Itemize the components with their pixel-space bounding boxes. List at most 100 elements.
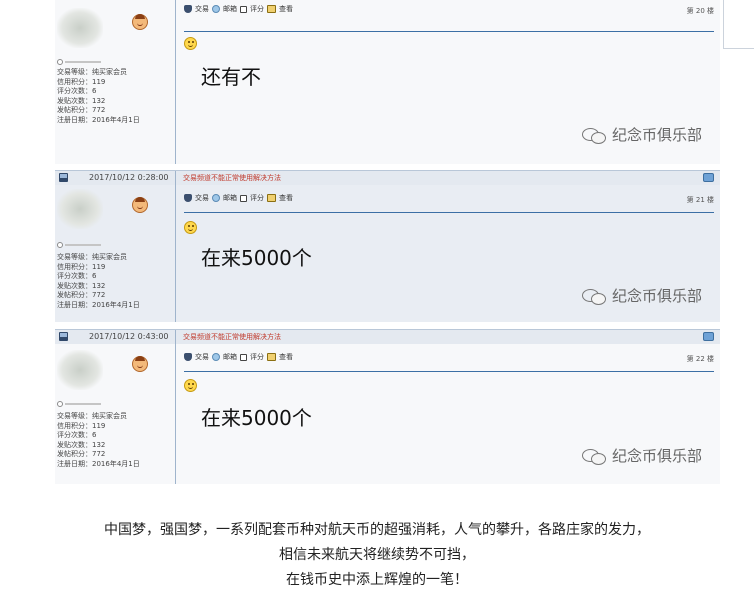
watermark: 纪念币俱乐部	[581, 285, 702, 306]
post-content: 还有不	[201, 65, 261, 89]
shield-icon	[184, 353, 192, 361]
user-post-count: 发贴次数：132	[57, 281, 106, 290]
mail-icon	[212, 353, 220, 361]
smile-icon	[184, 379, 197, 392]
rating-link[interactable]: 评分	[250, 193, 264, 203]
post-toolbar: 交易 邮箱 评分 查看	[184, 193, 293, 203]
rating-icon	[240, 5, 247, 13]
forum-post-22: 交易等级：纯买家会员 信用积分：119 评分次数：6 发贴次数：132 发帖积分…	[55, 344, 720, 484]
report-icon[interactable]	[703, 332, 714, 341]
trade-link[interactable]: 交易	[195, 352, 209, 362]
avatar	[57, 189, 103, 229]
post-meta-bar-22: 2017/10/12 0:43:00 交易频道不能正常使用解决方法	[55, 329, 720, 344]
watermark-text: 纪念币俱乐部	[611, 447, 702, 465]
watermark-text: 纪念币俱乐部	[611, 287, 702, 305]
post-toolbar: 交易 邮箱 评分 查看	[184, 352, 293, 362]
user-credit: 信用积分：119	[57, 262, 106, 271]
post-body: 交易 邮箱 评分 查看 第 21 楼 在来5000个 纪念币俱乐部	[176, 185, 720, 322]
mailbox-link[interactable]: 邮箱	[223, 352, 237, 362]
user-rating-count: 评分次数：6	[57, 272, 97, 280]
user-stats: 交易等级：纯买家会员 信用积分：119 评分次数：6 发贴次数：132 发帖积分…	[57, 253, 140, 310]
user-face-icon	[132, 197, 148, 213]
wechat-icon	[581, 126, 608, 144]
user-register-date: 注册日期：2016年4月1日	[57, 115, 140, 124]
user-register-date: 注册日期：2016年4月1日	[57, 459, 140, 468]
user-credit: 信用积分：119	[57, 421, 106, 430]
computer-icon	[59, 332, 68, 341]
watermark: 纪念币俱乐部	[581, 124, 702, 145]
post-meta-bar-21: 2017/10/12 0:28:00 交易频道不能正常使用解决方法	[55, 170, 720, 185]
post-divider	[184, 371, 714, 372]
user-post-count: 发贴次数：132	[57, 96, 106, 105]
mail-icon	[212, 194, 220, 202]
forum-post-21: 交易等级：纯买家会员 信用积分：119 评分次数：6 发贴次数：132 发帖积分…	[55, 185, 720, 322]
caption-line-1: 中国梦，强国梦，一系列配套币种对航天币的超强消耗，人气的攀升，各路庄家的发力，	[104, 522, 650, 538]
user-level: 交易等级：纯买家会员	[57, 253, 127, 261]
user-stats: 交易等级：纯买家会员 信用积分：119 评分次数：6 发贴次数：132 发帖积分…	[57, 68, 140, 125]
watermark-text: 纪念币俱乐部	[611, 126, 702, 144]
notice-link[interactable]: 交易频道不能正常使用解决方法	[183, 173, 281, 183]
level-bar	[57, 401, 101, 407]
view-link[interactable]: 查看	[279, 352, 293, 362]
rating-icon	[240, 353, 247, 361]
user-stats: 交易等级：纯买家会员 信用积分：119 评分次数：6 发贴次数：132 发帖积分…	[57, 412, 140, 469]
level-bar	[57, 59, 101, 65]
notice-link[interactable]: 交易频道不能正常使用解决方法	[183, 332, 281, 342]
user-level: 交易等级：纯买家会员	[57, 68, 127, 76]
post-body: 交易 邮箱 评分 查看 第 20 楼 还有不 纪念币俱乐部	[176, 0, 720, 164]
caption-line-2: 相信未来航天将继续势不可挡，	[279, 547, 475, 563]
floor-number: 第 22 楼	[686, 355, 714, 363]
avatar	[57, 8, 103, 48]
smile-icon	[184, 221, 197, 234]
post-datetime: 2017/10/12 0:28:00	[89, 173, 169, 182]
view-icon	[267, 5, 276, 13]
caption-line-3: 在钱币史中添上辉煌的一笔！	[286, 572, 468, 588]
user-face-icon	[132, 14, 148, 30]
user-level: 交易等级：纯买家会员	[57, 412, 127, 420]
forum-screenshot: 交易等级：纯买家会员 信用积分：119 评分次数：6 发贴次数：132 发帖积分…	[55, 0, 720, 484]
mailbox-link[interactable]: 邮箱	[223, 193, 237, 203]
computer-icon	[59, 173, 68, 182]
trade-link[interactable]: 交易	[195, 4, 209, 14]
user-post-points: 发帖积分：772	[57, 106, 106, 114]
post-content: 在来5000个	[201, 406, 312, 430]
view-link[interactable]: 查看	[279, 193, 293, 203]
user-info-panel: 交易等级：纯买家会员 信用积分：119 评分次数：6 发贴次数：132 发帖积分…	[55, 0, 176, 164]
report-icon[interactable]	[703, 173, 714, 182]
user-info-panel: 交易等级：纯买家会员 信用积分：119 评分次数：6 发贴次数：132 发帖积分…	[55, 344, 176, 484]
post-body: 交易 邮箱 评分 查看 第 22 楼 在来5000个 纪念币俱乐部	[176, 344, 720, 484]
user-credit: 信用积分：119	[57, 77, 106, 86]
rating-link[interactable]: 评分	[250, 4, 264, 14]
mail-icon	[212, 5, 220, 13]
post-divider	[184, 212, 714, 213]
post-divider	[184, 31, 714, 32]
floor-number: 第 21 楼	[686, 196, 714, 204]
shield-icon	[184, 5, 192, 13]
mailbox-link[interactable]: 邮箱	[223, 4, 237, 14]
trade-link[interactable]: 交易	[195, 193, 209, 203]
post-content: 在来5000个	[201, 246, 312, 270]
level-bar	[57, 242, 101, 248]
forum-post-20: 交易等级：纯买家会员 信用积分：119 评分次数：6 发贴次数：132 发帖积分…	[55, 0, 720, 164]
view-link[interactable]: 查看	[279, 4, 293, 14]
user-info-panel: 交易等级：纯买家会员 信用积分：119 评分次数：6 发贴次数：132 发帖积分…	[55, 185, 176, 322]
post-datetime: 2017/10/12 0:43:00	[89, 332, 169, 341]
shield-icon	[184, 194, 192, 202]
floor-number: 第 20 楼	[686, 7, 714, 15]
user-post-points: 发帖积分：772	[57, 291, 106, 299]
wechat-icon	[581, 447, 608, 465]
right-edge-line-horizontal	[723, 48, 754, 49]
avatar	[57, 350, 103, 390]
rating-link[interactable]: 评分	[250, 352, 264, 362]
user-post-points: 发帖积分：772	[57, 450, 106, 458]
user-post-count: 发贴次数：132	[57, 440, 106, 449]
watermark: 纪念币俱乐部	[581, 445, 702, 466]
post-toolbar: 交易 邮箱 评分 查看	[184, 4, 293, 14]
right-edge-line	[723, 0, 724, 48]
wechat-icon	[581, 287, 608, 305]
rating-icon	[240, 194, 247, 202]
article-caption: 中国梦，强国梦，一系列配套币种对航天币的超强消耗，人气的攀升，各路庄家的发力， …	[0, 518, 754, 593]
smile-icon	[184, 37, 197, 50]
user-face-icon	[132, 356, 148, 372]
user-register-date: 注册日期：2016年4月1日	[57, 300, 140, 309]
